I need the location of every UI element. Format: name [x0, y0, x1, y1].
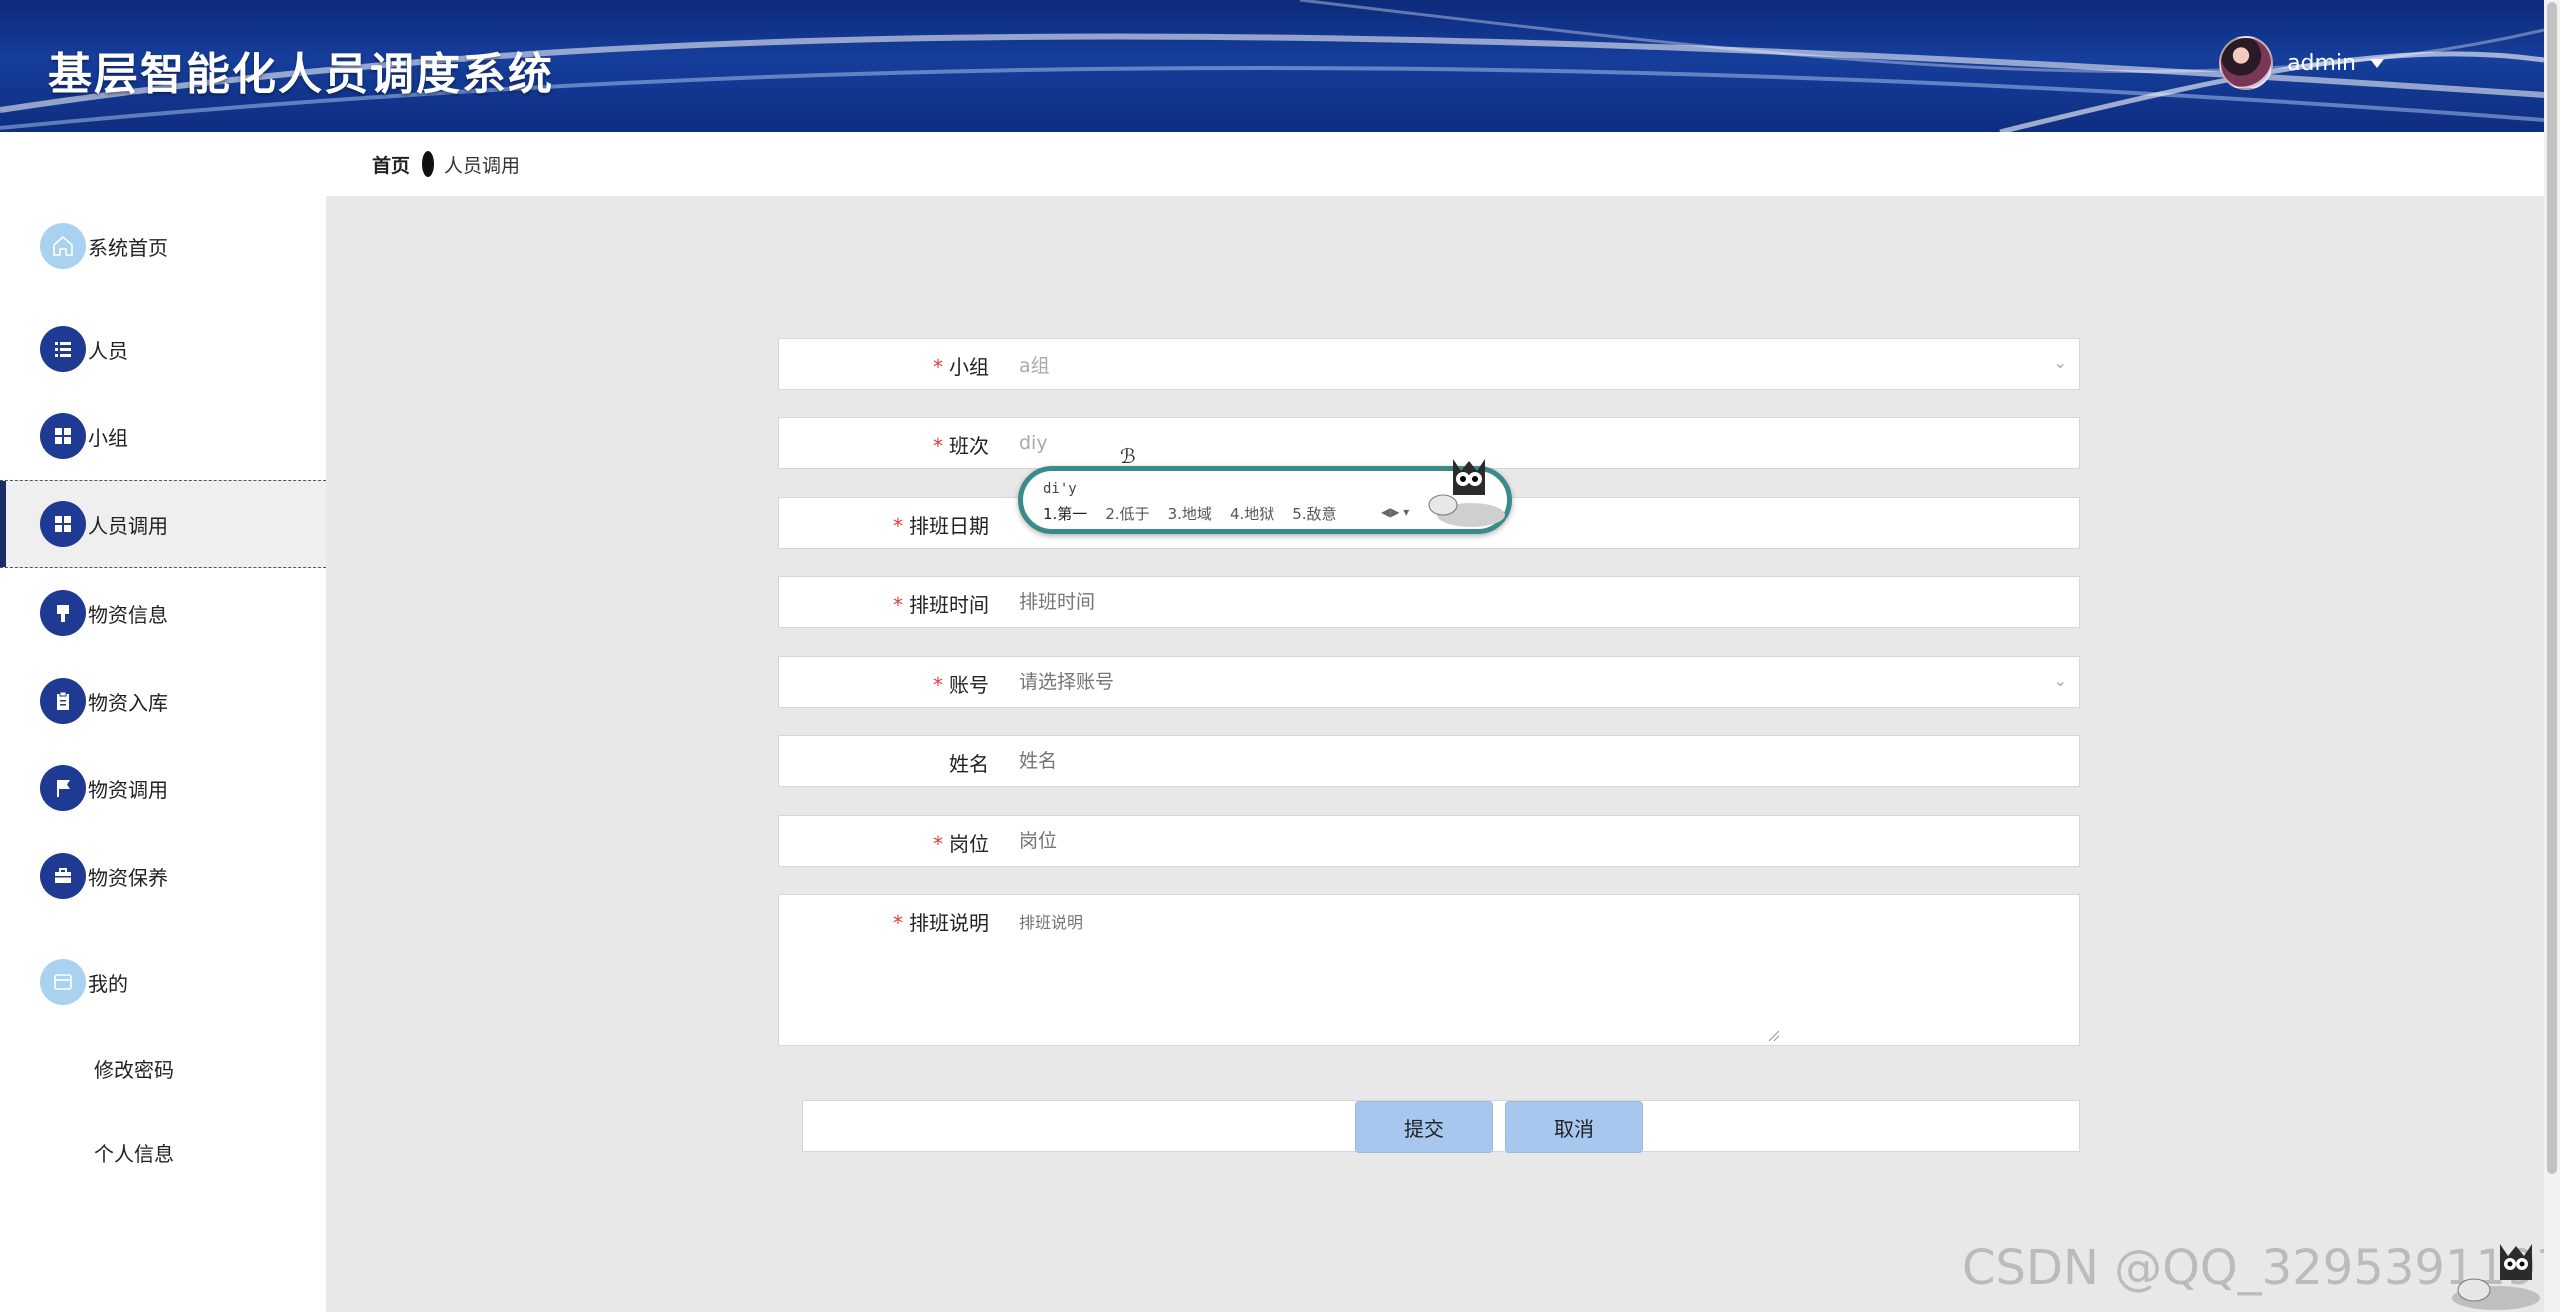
group-select[interactable] [1009, 339, 2077, 389]
form-row-post: * 岗位 [778, 815, 2080, 867]
field-label: * 班次 [933, 434, 989, 458]
brush-icon [40, 590, 86, 636]
ime-candidate-popup: di'y 1.第一 2.低于 3.地域 4.地狱 5.敌意 ◀▶ ▾ [1018, 459, 1512, 534]
ime-candidate[interactable]: 1.第一 [1043, 503, 1087, 524]
ime-candidate[interactable]: 3.地域 [1168, 503, 1212, 524]
ime-candidate[interactable]: 4.地狱 [1230, 503, 1274, 524]
sidebar-item-mine[interactable]: 我的 [0, 938, 326, 1026]
breadcrumb-current: 人员调用 [444, 154, 521, 177]
form-row-group: *小组 ⌄ [778, 338, 2080, 390]
form-row-description: * 排班说明 [778, 894, 2080, 1046]
sidebar-item-label: 物资入库 [88, 690, 168, 715]
ime-candidate[interactable]: 5.敌意 [1292, 503, 1336, 524]
sidebar-item-label: 物资保养 [88, 865, 168, 890]
form-button-bar: 提交 取消 [802, 1100, 2080, 1153]
sidebar-item-label: 小组 [88, 425, 128, 450]
home-icon [40, 223, 86, 269]
top-header: 基层智能化人员调度系统 admin [0, 0, 2544, 132]
breadcrumb-home[interactable]: 首页 [372, 151, 410, 178]
chevron-down-icon[interactable]: ⌄ [2054, 353, 2067, 372]
caret-down-icon[interactable] [2370, 58, 2384, 68]
mascot-icon [2452, 1244, 2540, 1310]
avatar[interactable] [2219, 36, 2274, 90]
text-cursor-icon: ℬ [1120, 444, 1136, 468]
ime-page-arrows-icon[interactable]: ◀▶ ▾ [1381, 505, 1409, 519]
sidebar-item-personnel[interactable]: 人员 [0, 305, 326, 393]
sidebar-item-material-dispatch[interactable]: 物资调用 [0, 744, 326, 832]
sidebar-subitem-change-password[interactable]: 修改密码 [94, 1054, 174, 1083]
page-scrollbar[interactable] [2544, 0, 2560, 1312]
clipboard-icon [40, 678, 86, 724]
sidebar-item-material-info[interactable]: 物资信息 [0, 569, 326, 657]
sidebar-item-label: 人员 [88, 338, 128, 363]
chevron-down-icon[interactable]: ⌄ [2054, 671, 2067, 690]
sidebar-item-label: 人员调用 [88, 513, 168, 538]
ime-candidate-list: 1.第一 2.低于 3.地域 4.地狱 5.敌意 [1043, 503, 1337, 524]
sidebar-item-personnel-dispatch[interactable]: 人员调用 [0, 480, 326, 568]
account-select[interactable] [1009, 657, 2077, 707]
scrollbar-thumb[interactable] [2547, 2, 2557, 1174]
username[interactable]: admin [2287, 51, 2356, 76]
grid-icon [40, 413, 86, 459]
flag-icon [40, 765, 86, 811]
sidebar-item-group[interactable]: 小组 [0, 392, 326, 480]
schedule-time-input[interactable] [1009, 577, 2077, 627]
sidebar-item-label: 我的 [88, 971, 128, 996]
app-title: 基层智能化人员调度系统 [48, 49, 554, 100]
user-menu[interactable]: admin [2219, 36, 2384, 90]
ime-composition: di'y [1043, 481, 1077, 497]
grid-icon [40, 501, 86, 547]
briefcase-icon [40, 853, 86, 899]
form-row-account: *账号 ⌄ [778, 656, 2080, 708]
ime-candidate[interactable]: 2.低于 [1105, 503, 1149, 524]
sidebar-item-label: 物资调用 [88, 777, 168, 802]
name-input[interactable] [1009, 736, 2077, 786]
sidebar-item-home[interactable]: 系统首页 [0, 202, 326, 290]
sidebar-item-label: 系统首页 [88, 235, 168, 260]
form-row-name: 姓名 [778, 735, 2080, 787]
cancel-button[interactable]: 取消 [1505, 1101, 1643, 1153]
field-label: * 岗位 [933, 832, 989, 856]
form-row-time: * 排班时间 [778, 576, 2080, 628]
sidebar-item-material-maintenance[interactable]: 物资保养 [0, 832, 326, 920]
sidebar: 系统首页 人员 小组 人员调用 物资信息 物资入库 物资调用 物资保养 我的 修… [0, 132, 326, 1312]
resize-handle-icon[interactable] [1769, 1031, 1779, 1041]
breadcrumb-separator-icon [422, 151, 435, 177]
main-content: *小组 ⌄ *班次 *排班日期 *排班时间 *账号 ⌄ 姓名 *岗位 *排班说明… [326, 196, 2544, 1312]
list-icon [40, 326, 86, 372]
shift-input[interactable] [1009, 418, 2077, 468]
sidebar-subitem-profile[interactable]: 个人信息 [94, 1138, 174, 1167]
description-textarea[interactable] [1009, 895, 2077, 1043]
field-label: 姓名 [949, 752, 989, 776]
field-label: * 排班说明 [893, 911, 989, 935]
sidebar-item-material-inbound[interactable]: 物资入库 [0, 657, 326, 745]
ime-mascot-icon [1428, 459, 1505, 527]
post-input[interactable] [1009, 816, 2077, 866]
field-label: * 排班时间 [893, 593, 989, 617]
field-label: * 小组 [933, 355, 989, 379]
field-label: * 账号 [933, 673, 989, 697]
submit-button[interactable]: 提交 [1355, 1101, 1493, 1153]
field-label: * 排班日期 [893, 514, 989, 538]
card-icon [40, 959, 86, 1005]
sidebar-item-label: 物资信息 [88, 602, 168, 627]
breadcrumb: 首页 人员调用 [326, 132, 2544, 196]
